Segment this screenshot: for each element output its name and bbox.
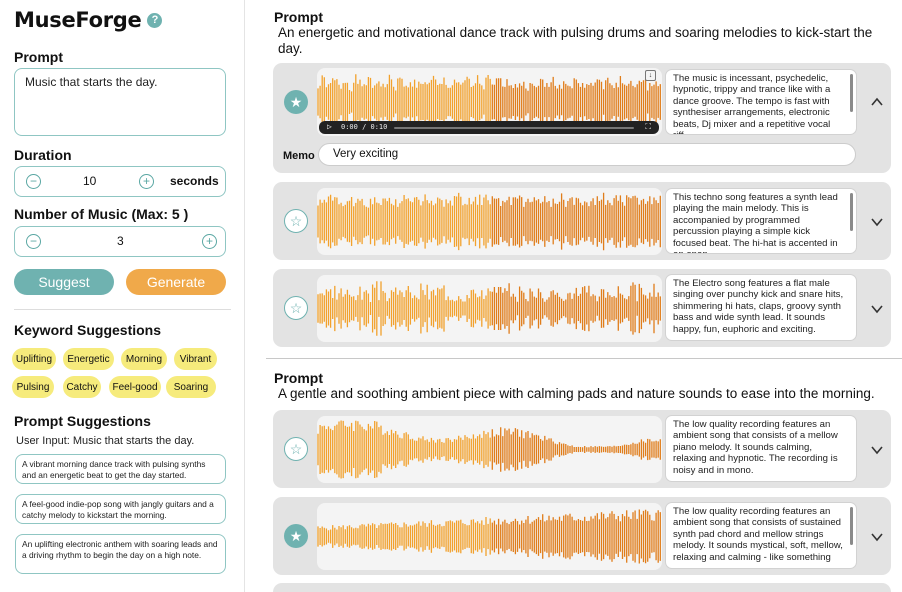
chevron-down-icon[interactable] xyxy=(870,443,884,457)
duration-decrement-button[interactable]: − xyxy=(26,174,41,189)
sidebar: MuseForge ? Prompt Music that starts the… xyxy=(0,0,245,592)
star-icon[interactable]: ★ xyxy=(284,90,308,114)
duration-unit: seconds xyxy=(170,174,219,188)
star-icon[interactable]: ☆ xyxy=(284,209,308,233)
waveform-graphic xyxy=(317,192,661,251)
group-prompt-label: Prompt xyxy=(274,370,323,386)
track-description[interactable]: This techno song features a synth lead p… xyxy=(665,188,857,254)
star-icon[interactable]: ☆ xyxy=(284,437,308,461)
description-scrollbar[interactable] xyxy=(850,193,853,231)
star-icon[interactable]: ★ xyxy=(284,524,308,548)
keyword-chip[interactable]: Feel-good xyxy=(109,376,161,398)
track-description[interactable]: The music is incessant, psychedelic, hyp… xyxy=(665,69,857,135)
track-card: ★ The low quality recording features an … xyxy=(273,497,891,575)
user-input-echo: User Input: Music that starts the day. xyxy=(16,435,195,447)
chevron-down-icon[interactable] xyxy=(870,215,884,229)
prompt-suggestion-card[interactable]: A vibrant morning dance track with pulsi… xyxy=(15,454,226,484)
waveform-graphic xyxy=(317,281,661,336)
track-description[interactable]: The low quality recording features an am… xyxy=(665,502,857,569)
track-card-partial xyxy=(273,583,891,592)
track-description-text: The low quality recording features an am… xyxy=(673,419,838,476)
keyword-chip[interactable]: Vibrant xyxy=(174,348,217,370)
waveform-graphic xyxy=(317,509,661,564)
track-description-text: This techno song features a synth lead p… xyxy=(673,192,838,253)
prompt-textarea[interactable]: Music that starts the day. xyxy=(14,68,226,136)
app-root: MuseForge ? Prompt Music that starts the… xyxy=(0,0,902,592)
results-panel: Prompt An energetic and motivational dan… xyxy=(246,0,902,592)
star-icon[interactable]: ☆ xyxy=(284,296,308,320)
waveform-player[interactable] xyxy=(317,503,662,570)
prompt-suggestion-card[interactable]: An uplifting electronic anthem with soar… xyxy=(15,534,226,574)
track-description-text: The music is incessant, psychedelic, hyp… xyxy=(673,73,831,134)
duration-label: Duration xyxy=(14,147,72,163)
count-stepper: − 3 + xyxy=(14,226,226,257)
app-title: MuseForge xyxy=(14,8,142,32)
description-scrollbar[interactable] xyxy=(850,74,853,112)
player-time: 0:00 / 0:10 xyxy=(341,123,388,131)
duration-increment-button[interactable]: + xyxy=(139,174,154,189)
group-divider xyxy=(266,358,902,359)
chevron-down-icon[interactable] xyxy=(870,302,884,316)
keyword-suggestions-title: Keyword Suggestions xyxy=(14,322,162,338)
seek-bar[interactable] xyxy=(394,127,634,129)
waveform-graphic xyxy=(317,420,661,479)
track-card: ☆ This techno song features a synth lead… xyxy=(273,182,891,260)
waveform-player[interactable] xyxy=(317,416,662,483)
count-value[interactable]: 3 xyxy=(117,234,124,248)
duration-value[interactable]: 10 xyxy=(83,174,96,188)
keyword-chip[interactable]: Morning xyxy=(121,348,167,370)
download-icon[interactable]: ↓ xyxy=(645,70,656,81)
generate-button[interactable]: Generate xyxy=(126,269,226,295)
track-card: ★ ↓ ▷ 0:00 / 0:10 ⛶ The music is incessa… xyxy=(273,63,891,173)
keyword-chip[interactable]: Pulsing xyxy=(12,376,54,398)
waveform-player[interactable] xyxy=(317,188,662,255)
brand: MuseForge ? xyxy=(14,8,163,32)
track-card: ☆ The Electro song features a flat male … xyxy=(273,269,891,347)
sidebar-divider xyxy=(14,309,231,310)
count-increment-button[interactable]: + xyxy=(202,234,217,249)
prompt-suggestion-card[interactable]: A feel-good indie-pop song with jangly g… xyxy=(15,494,226,524)
count-label: Number of Music (Max: 5 ) xyxy=(14,206,189,222)
audio-controls: ▷ 0:00 / 0:10 ⛶ xyxy=(319,121,659,134)
keyword-chip[interactable]: Soaring xyxy=(166,376,216,398)
prompt-suggestions-title: Prompt Suggestions xyxy=(14,413,151,429)
prompt-label: Prompt xyxy=(14,49,63,65)
suggest-button[interactable]: Suggest xyxy=(14,269,114,295)
keyword-chip[interactable]: Uplifting xyxy=(12,348,56,370)
chevron-down-icon[interactable] xyxy=(870,530,884,544)
keyword-chip[interactable]: Catchy xyxy=(63,376,101,398)
track-description[interactable]: The low quality recording features an am… xyxy=(665,415,857,482)
description-scrollbar[interactable] xyxy=(850,507,853,545)
count-decrement-button[interactable]: − xyxy=(26,234,41,249)
help-icon[interactable]: ? xyxy=(147,12,163,28)
track-description-text: The Electro song features a flat male si… xyxy=(673,278,844,335)
chevron-up-icon[interactable] xyxy=(870,95,884,109)
play-icon[interactable]: ▷ xyxy=(327,122,332,131)
fullscreen-icon[interactable]: ⛶ xyxy=(645,122,651,132)
memo-input[interactable]: Very exciting xyxy=(318,143,856,166)
track-description-text: The low quality recording features an am… xyxy=(673,506,843,563)
keyword-chip[interactable]: Energetic xyxy=(63,348,114,370)
duration-stepper: − 10 + seconds xyxy=(14,166,226,197)
group-prompt-text: A gentle and soothing ambient piece with… xyxy=(278,386,875,401)
group-prompt-text: An energetic and motivational dance trac… xyxy=(278,25,873,56)
waveform-player[interactable] xyxy=(317,275,662,342)
memo-label: Memo xyxy=(283,150,315,162)
group-prompt-label: Prompt xyxy=(274,9,323,25)
track-description[interactable]: The Electro song features a flat male si… xyxy=(665,274,857,341)
track-card: ☆ The low quality recording features an … xyxy=(273,410,891,488)
waveform-player[interactable]: ↓ ▷ 0:00 / 0:10 ⛶ xyxy=(317,68,662,136)
